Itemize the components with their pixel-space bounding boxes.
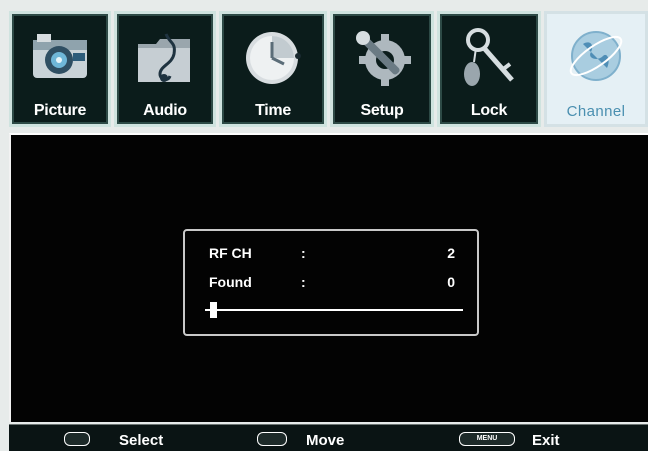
found-row: Found : 0 [209,274,455,294]
tab-label: Setup [360,102,404,119]
tab-channel[interactable]: Channel [544,11,648,127]
up-down-key-icon [64,432,90,446]
rf-channel-row: RF CH : 2 [209,245,455,265]
tab-label: Time [255,102,291,119]
tab-setup[interactable]: Setup [330,11,434,127]
camera-icon [33,34,87,78]
scan-progress-track [205,309,463,311]
menu-key-label: MENU [476,435,498,442]
menu-key-icon: MENU [459,432,515,446]
scan-progress-indicator [210,302,217,318]
tv-osd-screen: Picture Audio Time Setup Lock Channel RF… [0,0,648,451]
tab-audio[interactable]: Audio [114,11,216,127]
tab-label: Channel [566,103,626,120]
rf-channel-value: 2 [447,245,455,261]
tab-time[interactable]: Time [219,11,327,127]
globe-icon [569,31,623,81]
rf-channel-label: RF CH [209,245,252,261]
found-colon: : [301,274,306,290]
tab-label: Audio [143,102,187,119]
channel-scan-panel: RF CH : 2 Found : 0 [9,133,648,422]
tab-picture[interactable]: Picture [9,11,111,127]
select-hint: Select [119,432,164,449]
exit-hint: Exit [532,432,560,449]
rf-channel-colon: : [301,245,306,261]
scan-status-box: RF CH : 2 Found : 0 [183,229,479,336]
move-hint: Move [306,432,345,449]
music-folder-icon [138,33,190,82]
found-label: Found [209,274,252,290]
tab-label: Picture [33,102,87,119]
tools-gear-icon [356,31,411,86]
clock-icon [246,32,301,84]
found-value: 0 [447,274,455,290]
tab-lock[interactable]: Lock [437,11,541,127]
key-icon [464,28,514,86]
footer-hint-bar: Select Move MENU Exit [9,424,648,451]
left-right-key-icon [257,432,287,446]
tab-label: Lock [470,102,508,119]
